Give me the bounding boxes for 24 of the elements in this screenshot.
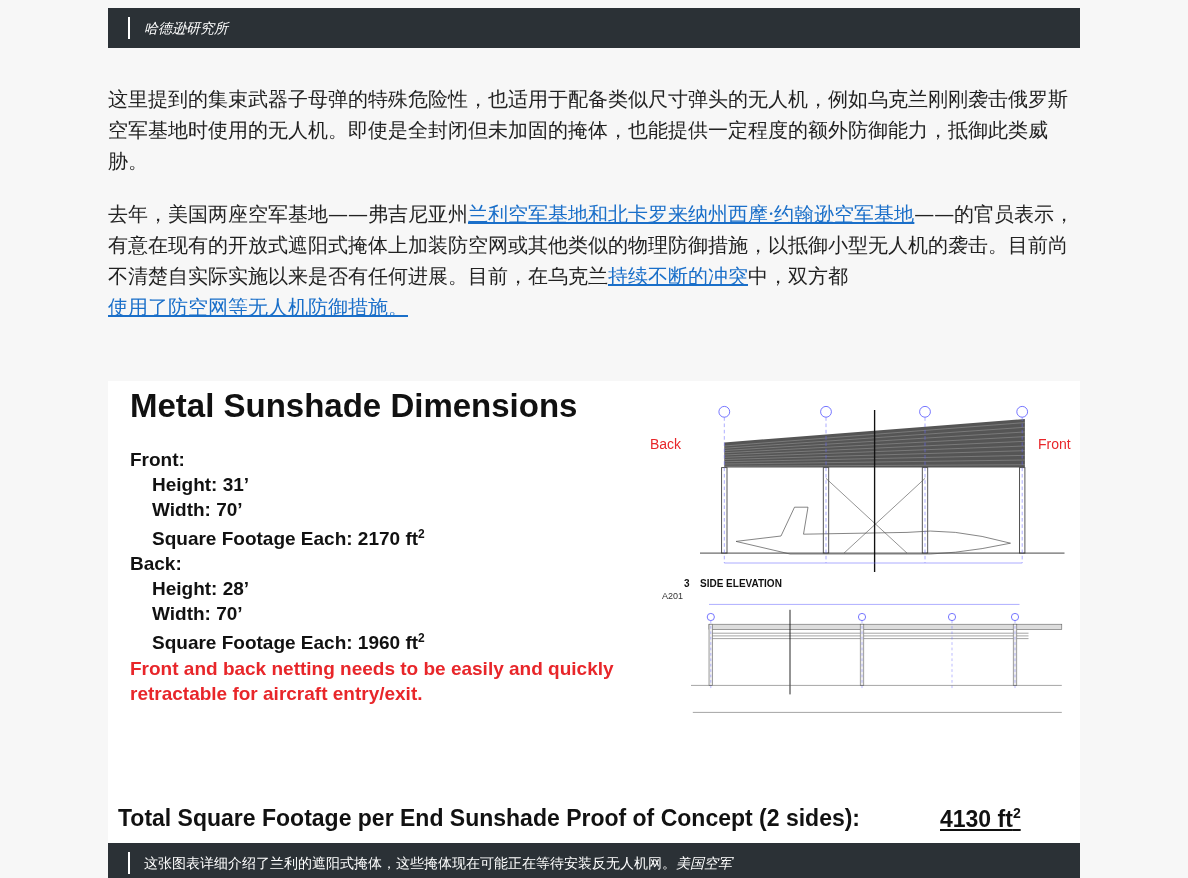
article-paragraph: 这里提到的集束武器子母弹的特殊危险性，也适用于配备类似尺寸弹头的无人机，例如乌克兰刚刚袭击俄罗斯空军基地时使用的无人机。即使是全封闭但未加固的掩体，也能提供一定程度的额外防御能力，抵御此类威胁。	[108, 86, 1069, 175]
back-label: Back	[650, 436, 682, 452]
total-label: Total Square Footage per End Sunshade Proof of Concept (2 sides):	[118, 805, 862, 833]
slide-title: Metal Sunshade Dimensions	[130, 387, 579, 425]
dimension-line: Height: 28’	[151, 577, 251, 602]
elevation-title: SIDE ELEVATION	[700, 578, 782, 589]
warning-note: Front and back netting needs to be easily and quickly retractable for aircraft entry/exit.	[130, 656, 615, 706]
dimension-line: Height: 31’	[151, 473, 251, 497]
image-caption: 这张图表详细介绍了兰利的遮阳式掩体，这些掩体现在可能正在等待安装反无人机网。美国空军	[128, 852, 732, 874]
total-value: 4130 ft$^{2}$	[940, 805, 1021, 833]
dimension-line: Width: 70’	[151, 602, 244, 627]
dimension-line: Square Footage Each: 1960 ft$^{2}$	[151, 630, 426, 656]
dimension-line: Square Footage Each: 2170 ft$^{2}$	[151, 526, 426, 552]
dimension-line: Width: 70’	[151, 498, 244, 522]
section-heading: Front:	[130, 448, 186, 472]
front-label: Front	[1038, 436, 1071, 452]
inline-link[interactable]: 使用了防空网等无人机防御措施。	[108, 295, 408, 319]
article-paragraph: 去年，美国两座空军基地——弗吉尼亚州兰利空军基地和北卡罗来纳州西摩·约翰逊空军基地——的官员表示，有意在现有的开放式遮阳式掩体上加装防空网或其他类似的物理防御措施，以抵御小型无人机的袭击。目前尚不清楚自实际实施以来是否有任何进展。目前，在乌克兰持续不断的冲突中，双方都 使用了防空网等无人机防御措施。	[108, 201, 1076, 321]
sheet-number: A201	[662, 591, 684, 601]
elevation-number: 3	[684, 578, 690, 589]
inline-link[interactable]: 持续不断的冲突	[608, 264, 748, 288]
image-caption: 哈德逊研究所	[128, 17, 228, 39]
inline-link[interactable]: 兰利空军基地和北卡罗来纳州西摩·约翰逊空军基地	[468, 202, 915, 226]
section-heading: Back:	[130, 552, 183, 577]
